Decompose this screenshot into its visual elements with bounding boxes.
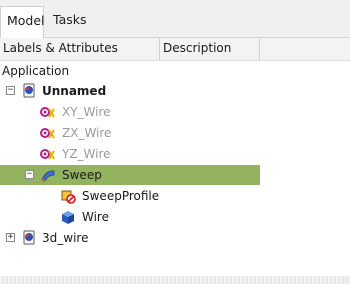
column-header-labels[interactable]: Labels & Attributes: [0, 38, 160, 60]
solid-box-icon: [60, 209, 76, 225]
tree-header: Labels & Attributes Description: [0, 38, 350, 61]
document-icon: [21, 83, 37, 99]
tree-item-label: YZ_Wire: [62, 147, 111, 161]
tree-item-sweep[interactable]: − Sweep: [0, 165, 350, 185]
column-header-description[interactable]: Description: [160, 38, 260, 60]
expand-toggle[interactable]: +: [6, 233, 15, 242]
tree-item-label: Application: [2, 64, 70, 78]
collapse-toggle[interactable]: −: [6, 86, 15, 95]
tree-item-application[interactable]: Application: [0, 61, 350, 81]
tree-item-label: 3d_wire: [42, 231, 89, 245]
tree-item-label: XY_Wire: [62, 105, 111, 119]
tree-item-label: Unnamed: [42, 84, 107, 98]
tab-tasks[interactable]: Tasks: [47, 6, 91, 38]
tree-item-zx-wire[interactable]: ZX_Wire: [0, 123, 350, 143]
tree-item-unnamed[interactable]: − Unnamed: [0, 81, 350, 101]
tree-item-wire[interactable]: Wire: [0, 207, 350, 227]
tab-model[interactable]: Model: [0, 6, 45, 38]
profile-error-icon: [60, 188, 76, 204]
tree-item-xy-wire[interactable]: XY_Wire: [0, 102, 350, 122]
selection-highlight: [0, 165, 260, 185]
tree-item-yz-wire[interactable]: YZ_Wire: [0, 144, 350, 164]
tree-item-3d-wire[interactable]: + 3d_wire: [0, 228, 350, 248]
tree-item-label: SweepProfile: [82, 189, 160, 203]
wire-hidden-icon: [40, 146, 56, 162]
wire-hidden-icon: [40, 104, 56, 120]
tab-bar: Model Tasks: [0, 0, 350, 38]
tree-item-label: Wire: [82, 210, 109, 224]
wire-hidden-icon: [40, 125, 56, 141]
document-icon: [21, 230, 37, 246]
tree-item-label: Sweep: [62, 168, 102, 182]
tree-item-label: ZX_Wire: [62, 126, 112, 140]
sweep-icon: [40, 167, 56, 183]
tree-item-sweep-profile[interactable]: SweepProfile: [0, 186, 350, 206]
collapse-toggle[interactable]: −: [25, 170, 34, 179]
bottom-scroll-strip[interactable]: [0, 276, 350, 284]
